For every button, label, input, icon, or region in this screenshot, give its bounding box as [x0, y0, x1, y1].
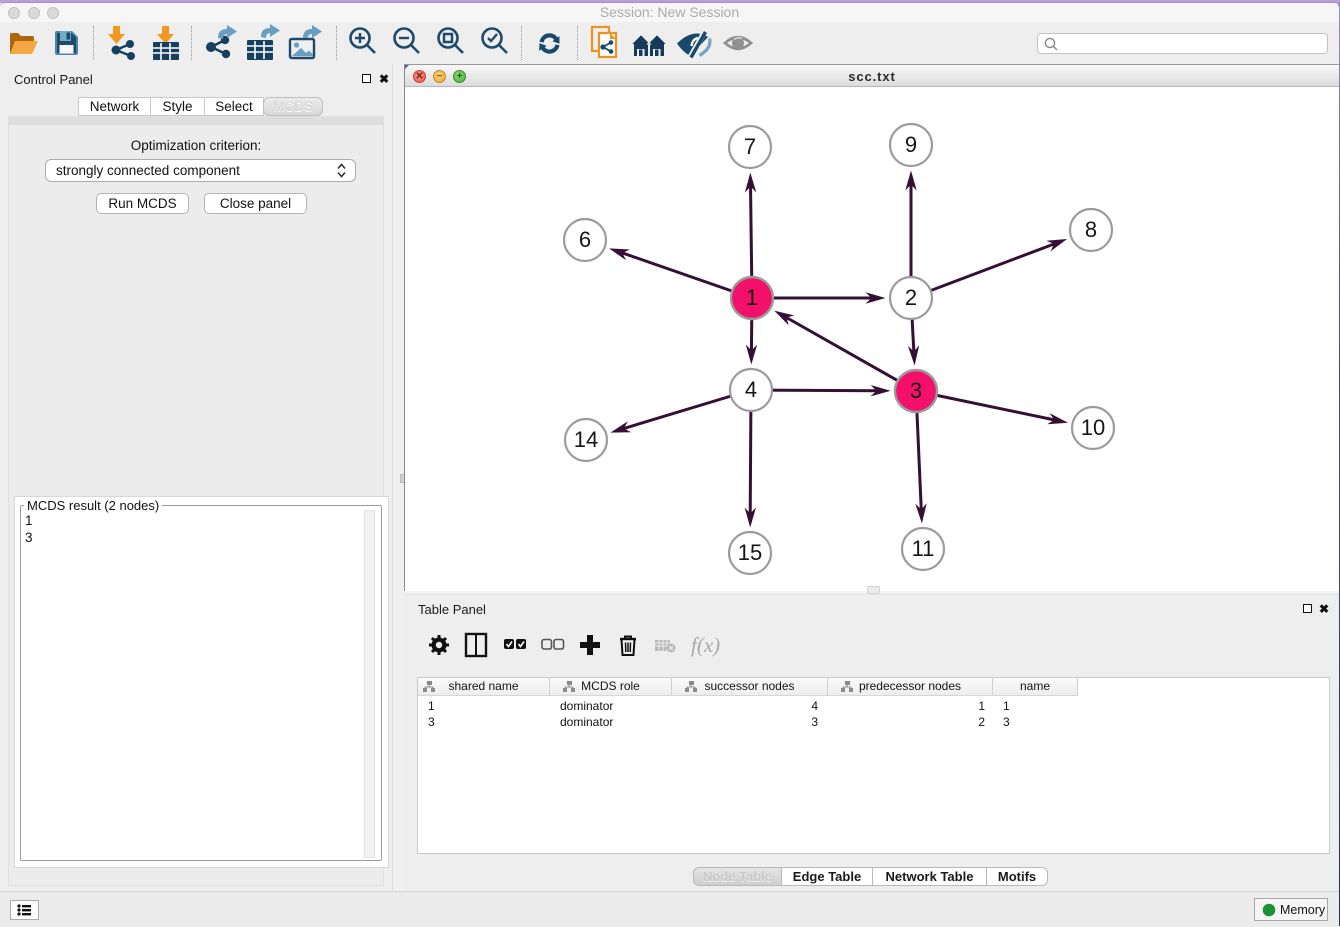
svg-text:1: 1 [746, 285, 758, 310]
svg-text:9: 9 [905, 132, 917, 157]
svg-text:6: 6 [579, 227, 591, 252]
svg-text:14: 14 [574, 427, 598, 452]
svg-text:10: 10 [1081, 415, 1105, 440]
svg-text:8: 8 [1085, 217, 1097, 242]
svg-text:7: 7 [744, 134, 756, 159]
svg-text:3: 3 [910, 378, 922, 403]
svg-text:15: 15 [738, 540, 762, 565]
svg-text:11: 11 [912, 536, 935, 561]
svg-text:2: 2 [905, 285, 917, 310]
svg-text:4: 4 [745, 377, 757, 402]
